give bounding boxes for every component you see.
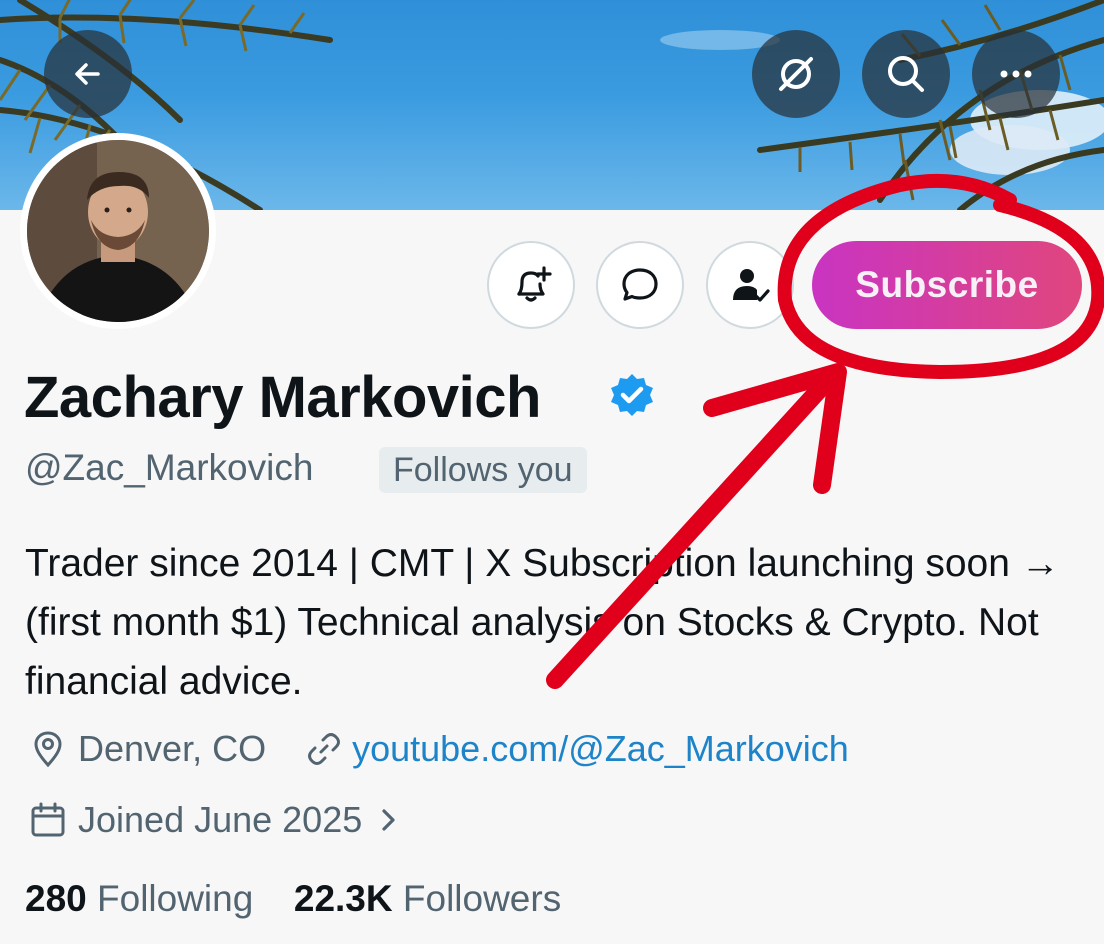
grok-icon (779, 57, 813, 91)
notify-button[interactable] (487, 241, 575, 329)
avatar[interactable] (20, 133, 216, 329)
profile-name: Zachary Markovich (24, 365, 541, 430)
search-icon (888, 56, 924, 92)
avatar-photo (27, 140, 209, 322)
location-pin-icon (34, 731, 62, 768)
profile-joined: Joined June 2025 (78, 799, 363, 840)
message-button[interactable] (596, 241, 684, 329)
person-check-icon (733, 269, 770, 302)
follows-you-badge: Follows you (379, 447, 587, 493)
back-button[interactable] (44, 30, 132, 118)
more-button[interactable] (972, 30, 1060, 118)
subscribe-button[interactable]: Subscribe (812, 241, 1082, 329)
profile-stats: 280 Following 22.3K Followers (25, 878, 561, 920)
more-horizontal-icon (1000, 70, 1032, 78)
profile-joined-row[interactable]: Joined June 2025 (28, 799, 404, 841)
following-stat[interactable]: 280 Following (25, 878, 264, 919)
link-icon (308, 733, 341, 765)
following-count: 280 (25, 878, 87, 919)
profile-meta-location-row: Denver, CO youtube.com/@Zac_Markovich (28, 728, 849, 770)
arrow-left-icon (75, 63, 100, 85)
profile-bio: Trader since 2014 | CMT | X Subscription… (25, 542, 1060, 703)
grok-button[interactable] (752, 30, 840, 118)
followers-label: Followers (402, 878, 562, 919)
profile-handle: @Zac_Markovich (25, 447, 314, 488)
profile-location: Denver, CO (78, 728, 267, 769)
message-bubble-icon (622, 268, 658, 301)
verified-badge-icon[interactable] (608, 371, 656, 419)
following-button[interactable] (706, 241, 794, 329)
search-button[interactable] (862, 30, 950, 118)
chevron-right-icon (382, 809, 395, 831)
followers-count: 22.3K (293, 878, 393, 919)
bell-plus-icon (517, 266, 552, 302)
following-label: Following (97, 878, 254, 919)
profile-website-link[interactable]: youtube.com/@Zac_Markovich (352, 728, 849, 770)
calendar-icon (31, 802, 65, 837)
annotation-arrow-head (703, 363, 847, 494)
followers-stat[interactable]: 22.3K Followers (294, 878, 561, 919)
